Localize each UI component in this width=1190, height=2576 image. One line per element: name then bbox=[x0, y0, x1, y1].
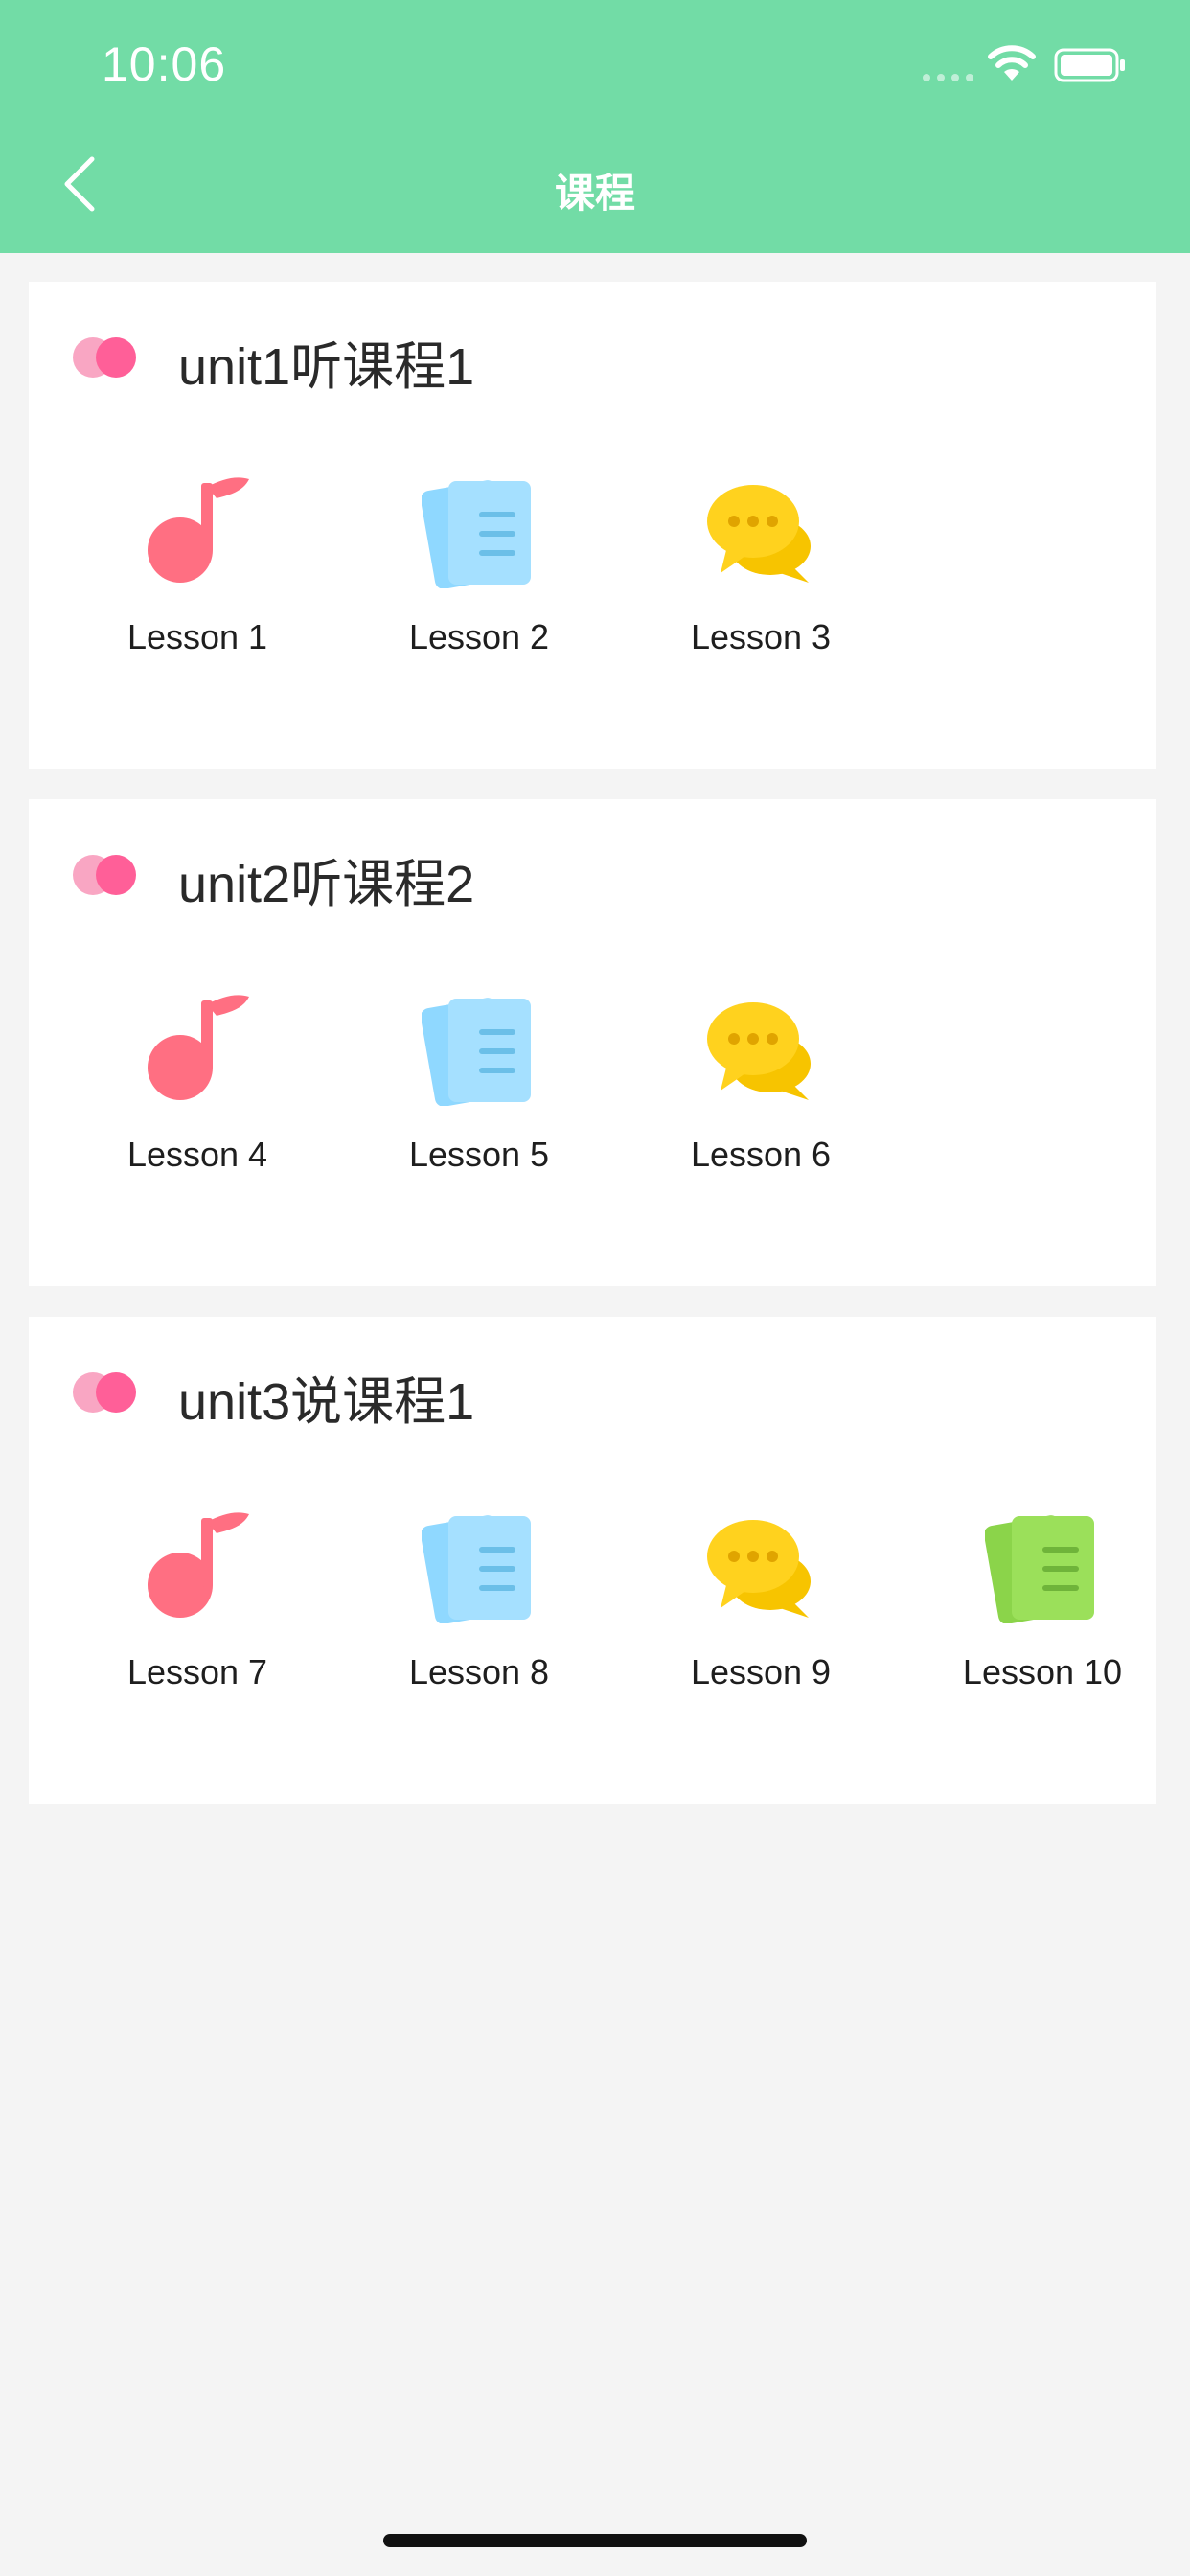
lesson-label: Lesson 2 bbox=[408, 617, 550, 656]
lesson-item[interactable]: Lesson 6 bbox=[620, 991, 902, 1221]
battery-icon bbox=[1054, 48, 1125, 82]
chat-bubbles-icon bbox=[707, 1002, 811, 1100]
cellular-signal-icon bbox=[923, 74, 973, 81]
header-bar: 10:06 课程 bbox=[0, 0, 1190, 253]
lesson-item[interactable]: Lesson 8 bbox=[338, 1508, 620, 1738]
chat-bubbles-icon bbox=[707, 485, 811, 583]
unit-dot-icon bbox=[73, 337, 136, 378]
lesson-item[interactable]: Lesson 3 bbox=[620, 473, 902, 703]
page-title: 课程 bbox=[554, 171, 635, 216]
lesson-label: Lesson 4 bbox=[126, 1135, 268, 1174]
lesson-item[interactable]: Lesson 9 bbox=[620, 1508, 902, 1738]
music-note-icon bbox=[148, 1512, 249, 1618]
unit-title: unit2听课程2 bbox=[178, 856, 475, 913]
lesson-label: Lesson 8 bbox=[408, 1652, 550, 1691]
chat-bubbles-icon bbox=[707, 1520, 811, 1618]
unit-title: unit3说课程1 bbox=[178, 1373, 475, 1431]
unit-dot-icon bbox=[73, 855, 136, 895]
lesson-item[interactable]: Lesson 2 bbox=[338, 473, 620, 703]
lesson-item[interactable]: Lesson 10 bbox=[902, 1508, 1183, 1738]
lesson-label: Lesson 6 bbox=[690, 1135, 832, 1174]
lesson-label: Lesson 3 bbox=[690, 617, 832, 656]
lesson-label: Lesson 9 bbox=[690, 1652, 832, 1691]
document-green-icon bbox=[985, 1515, 1094, 1623]
unit-card: unit1听课程1 Lesson 1 Lesson 2 Lesson 3 bbox=[29, 282, 1156, 769]
unit-card: unit3说课程1 Lesson 7 Lesson 8 Lesson 9 Les… bbox=[29, 1317, 1156, 1804]
document-blue-icon bbox=[422, 1515, 531, 1623]
home-indicator[interactable] bbox=[383, 2534, 807, 2547]
unit-card: unit2听课程2 Lesson 4 Lesson 5 Lesson 6 bbox=[29, 799, 1156, 1286]
lesson-item[interactable]: Lesson 5 bbox=[338, 991, 620, 1221]
lesson-label: Lesson 5 bbox=[408, 1135, 550, 1174]
lesson-label: Lesson 10 bbox=[962, 1652, 1123, 1691]
lesson-item[interactable]: Lesson 4 bbox=[57, 991, 338, 1221]
lesson-item[interactable]: Lesson 1 bbox=[57, 473, 338, 703]
document-blue-icon bbox=[422, 480, 531, 588]
unit-title: unit1听课程1 bbox=[178, 338, 475, 396]
lesson-label: Lesson 1 bbox=[126, 617, 268, 656]
lesson-label: Lesson 7 bbox=[126, 1652, 268, 1691]
lesson-item[interactable]: Lesson 7 bbox=[57, 1508, 338, 1738]
wifi-icon bbox=[988, 45, 1036, 80]
document-blue-icon bbox=[422, 998, 531, 1106]
music-note-icon bbox=[148, 995, 249, 1100]
status-time: 10:06 bbox=[102, 37, 227, 91]
unit-dot-icon bbox=[73, 1372, 136, 1413]
music-note-icon bbox=[148, 477, 249, 583]
